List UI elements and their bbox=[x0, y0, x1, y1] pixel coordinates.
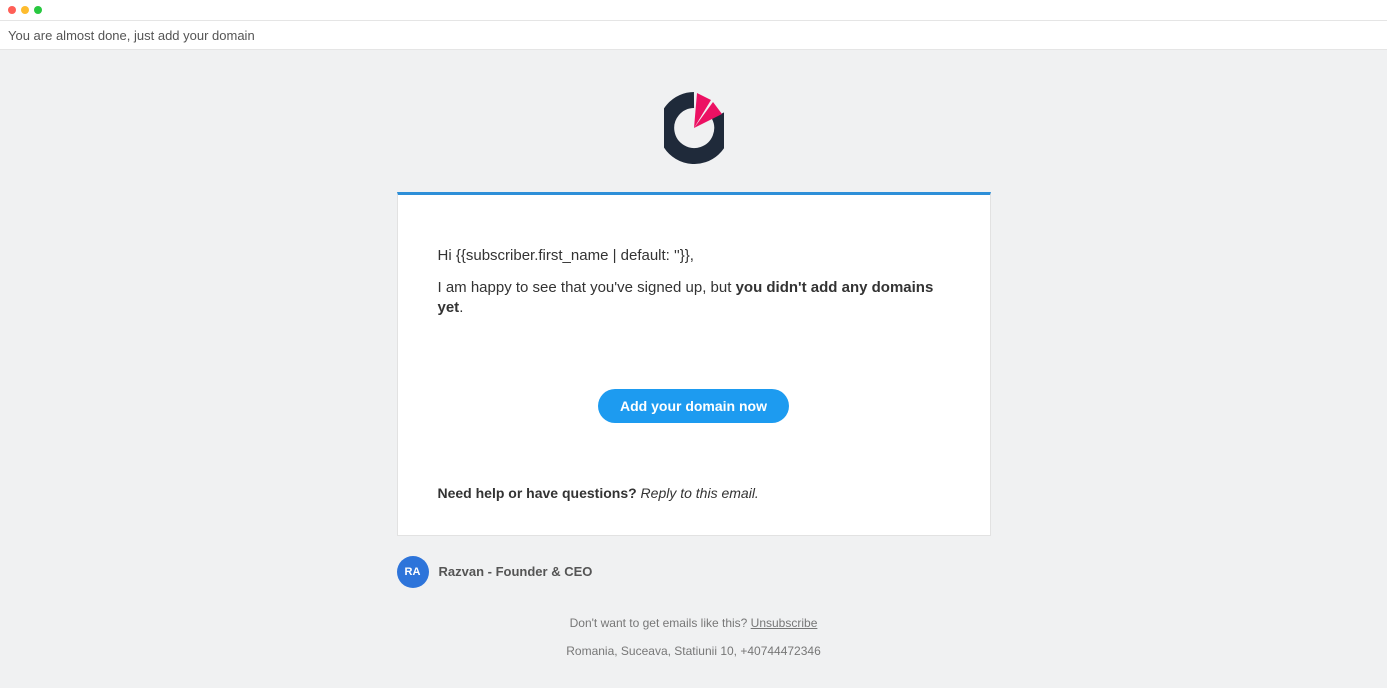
email-subject: You are almost done, just add your domai… bbox=[8, 28, 255, 43]
intro-part2: . bbox=[459, 299, 463, 316]
footer-address: Romania, Suceava, Statiunii 10, +4074447… bbox=[0, 644, 1387, 658]
subject-bar: You are almost done, just add your domai… bbox=[0, 20, 1387, 50]
sender-separator: - bbox=[484, 564, 496, 579]
email-card: Hi {{subscriber.first_name | default: ''… bbox=[397, 192, 991, 536]
email-canvas: Hi {{subscriber.first_name | default: ''… bbox=[0, 50, 1387, 688]
help-line: Need help or have questions? Reply to th… bbox=[438, 485, 950, 501]
unsub-prefix: Don't want to get emails like this? bbox=[570, 616, 751, 630]
email-footer: Don't want to get emails like this? Unsu… bbox=[0, 616, 1387, 658]
sender-name: Razvan bbox=[439, 564, 485, 579]
logo-wrap bbox=[0, 90, 1387, 164]
sender-role: Founder & CEO bbox=[496, 564, 593, 579]
footer-unsub-line: Don't want to get emails like this? Unsu… bbox=[0, 616, 1387, 630]
avatar: RA bbox=[397, 556, 429, 588]
window-titlebar bbox=[0, 0, 1387, 20]
help-answer: Reply to this email. bbox=[637, 485, 759, 501]
sender-label: Razvan - Founder & CEO bbox=[439, 563, 593, 581]
help-question: Need help or have questions? bbox=[438, 485, 637, 501]
add-domain-button[interactable]: Add your domain now bbox=[598, 389, 789, 423]
unsubscribe-link[interactable]: Unsubscribe bbox=[751, 616, 818, 630]
cta-wrap: Add your domain now bbox=[438, 389, 950, 423]
greeting-text: Hi {{subscriber.first_name | default: ''… bbox=[438, 247, 950, 264]
maximize-icon[interactable] bbox=[34, 6, 42, 14]
sender-row: RA Razvan - Founder & CEO bbox=[397, 556, 991, 588]
brand-logo-icon bbox=[664, 90, 724, 164]
intro-part1: I am happy to see that you've signed up,… bbox=[438, 279, 736, 296]
close-icon[interactable] bbox=[8, 6, 16, 14]
minimize-icon[interactable] bbox=[21, 6, 29, 14]
intro-text: I am happy to see that you've signed up,… bbox=[438, 278, 950, 319]
